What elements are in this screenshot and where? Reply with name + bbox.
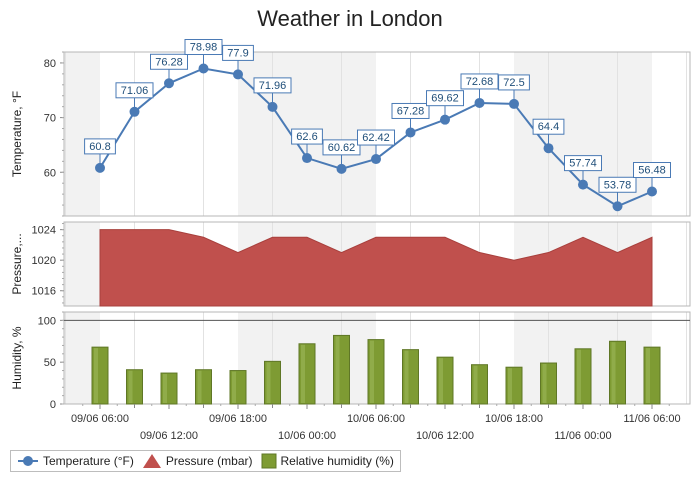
data-label: 62.6 [296,131,317,143]
bar-highlight [439,358,443,403]
bar-highlight [335,336,340,403]
x-tick-label: 10/06 06:00 [347,413,405,425]
bar-highlight [301,344,305,403]
data-point [647,186,657,197]
x-tick-label: 10/06 12:00 [416,430,474,442]
legend-item-temperature[interactable]: Temperature (°F) [17,454,134,468]
data-label: 69.62 [431,93,459,105]
axis-title: Humidity, % [10,326,24,389]
data-point [371,154,381,165]
bar-highlight [197,370,202,403]
y-tick-label: 70 [44,113,56,125]
x-tick-label: 11/06 06:00 [623,413,680,425]
data-point [95,162,105,173]
data-label: 72.5 [503,77,524,89]
x-tick-label: 09/06 06:00 [71,413,129,425]
bar-highlight [611,342,616,403]
data-point [129,106,140,117]
data-point [233,69,243,80]
data-point [302,153,312,164]
bar-highlight [94,348,98,403]
legend-marker-line [18,456,38,466]
chart-area: 60 70 80 Temperature, °F 60.8 71.06 76.28 78.98… [10,39,691,442]
bar-highlight [163,374,167,403]
data-label: 60.8 [89,141,110,153]
bar-highlight [128,370,133,403]
data-point [164,78,174,89]
bar-highlight [577,349,581,403]
legend-item-pressure[interactable]: Pressure (mbar) [142,453,253,469]
y-tick-label: 100 [38,315,56,327]
data-label: 56.48 [638,165,666,177]
y-tick-label: 0 [50,399,56,411]
data-point [336,163,347,174]
data-point [198,63,209,74]
data-label: 71.06 [121,85,149,97]
x-tick-label: 10/06 00:00 [278,430,336,442]
data-point [474,97,485,108]
legend-label-temperature: Temperature (°F) [43,454,134,468]
x-tick-label: 09/06 18:00 [209,413,267,425]
axis-title: Temperature, °F [10,91,24,177]
axis-title: Pressure,... [10,233,24,294]
legend-item-humidity[interactable]: Relative humidity (%) [261,453,394,469]
data-label: 67.28 [397,105,425,117]
bar-highlight [473,365,478,403]
bar-highlight [646,348,650,403]
data-point [405,127,416,138]
legend-label-pressure: Pressure (mbar) [165,454,253,468]
y-tick-label: 1016 [32,286,56,298]
bar-highlight [404,350,409,403]
x-tick-label: 11/06 00:00 [554,430,611,442]
data-point [509,98,519,109]
data-label: 62.42 [362,132,390,144]
y-tick-label: 1020 [32,255,56,267]
y-tick-label: 1024 [32,225,56,237]
data-label: 53.78 [604,179,632,191]
y-tick-label: 80 [44,58,56,70]
data-label: 57.74 [569,158,597,170]
pane-band [64,52,100,216]
bar-highlight [232,371,236,403]
bar-highlight [542,364,547,403]
data-point [267,101,278,112]
data-label: 78.98 [190,42,218,54]
legend-marker-triangle [142,454,161,468]
bar-highlight [370,340,374,403]
data-label: 60.62 [328,142,356,154]
data-label: 76.28 [155,56,183,68]
data-point [612,201,623,212]
y-tick-label: 50 [44,357,56,369]
x-tick-label: 09/06 12:00 [140,430,198,442]
data-label: 72.68 [466,76,494,88]
bar-highlight [266,362,271,403]
data-point [543,143,554,154]
data-label: 71.96 [259,80,287,92]
legend-label-humidity: Relative humidity (%) [280,454,394,468]
data-label: 64.4 [538,121,559,133]
legend-marker-bar [261,453,277,469]
data-point [578,179,588,190]
data-label: 77.9 [227,47,248,59]
x-tick-label: 10/06 18:00 [485,413,543,425]
pane-band [64,222,100,306]
legend: Temperature (°F) Pressure (mbar) Relativ… [10,450,401,472]
data-point [440,114,450,125]
bar-highlight [508,368,512,403]
y-tick-label: 60 [44,167,56,179]
